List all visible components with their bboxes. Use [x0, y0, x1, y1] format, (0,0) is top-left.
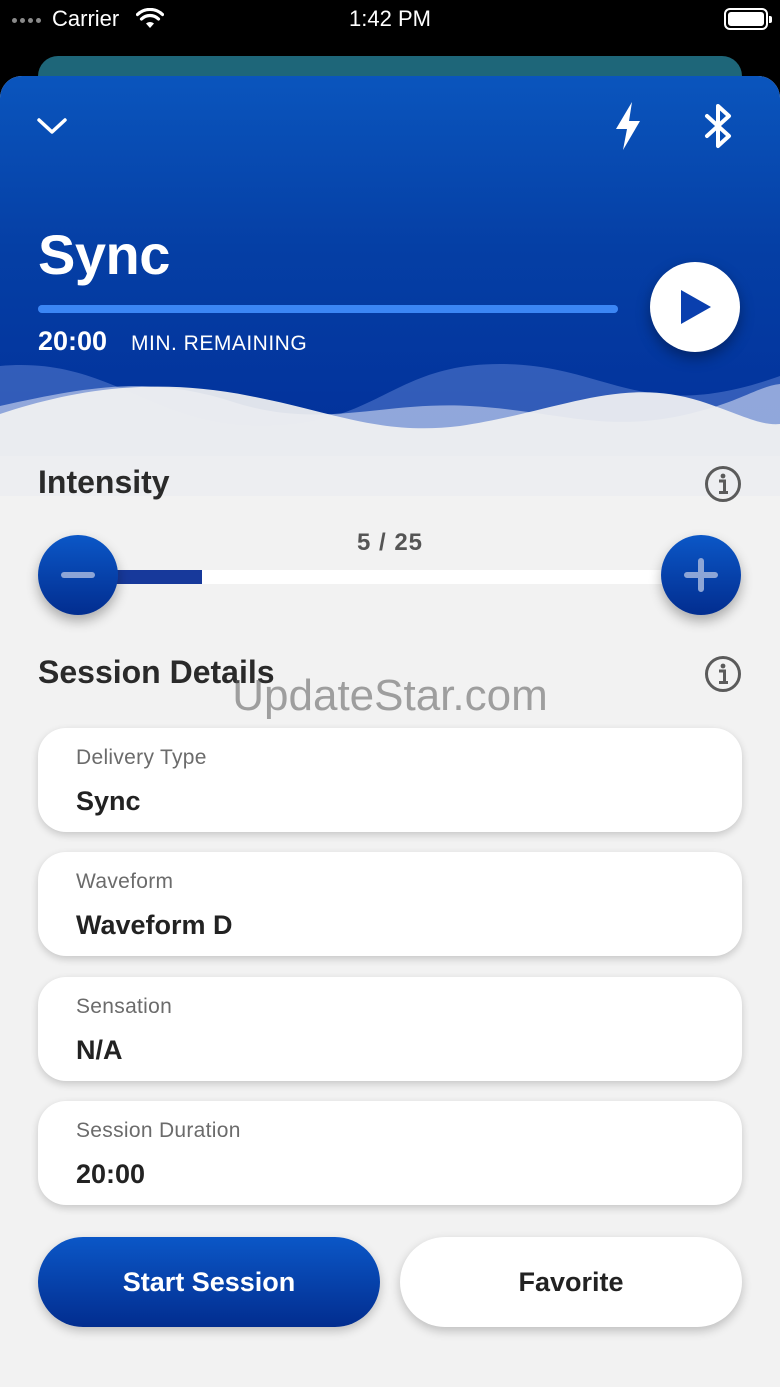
delivery-type-card[interactable]: Delivery Type Sync [38, 728, 742, 832]
session-sheet: Sync 20:00 MIN. REMAINING Intensity 5 / … [0, 76, 780, 1387]
battery-icon [724, 8, 772, 30]
watermark: UpdateStar.com [232, 671, 548, 720]
clock: 1:42 PM [349, 6, 431, 31]
detail-label: Delivery Type [76, 746, 207, 769]
detail-value: N/A [76, 1035, 123, 1065]
plus-icon [684, 558, 718, 592]
detail-value: Waveform D [76, 910, 233, 940]
detail-value: Sync [76, 786, 141, 816]
favorite-button[interactable]: Favorite [400, 1237, 742, 1327]
session-progress-fill [38, 305, 618, 313]
session-progress-bar [38, 305, 618, 313]
bluetooth-icon[interactable] [696, 100, 742, 152]
intensity-slider[interactable] [78, 570, 700, 584]
session-duration-card[interactable]: Session Duration 20:00 [38, 1101, 742, 1205]
status-bar: Carrier 1:42 PM [0, 0, 780, 40]
remaining-time: 20:00 [38, 326, 108, 356]
play-button[interactable] [650, 262, 740, 352]
play-icon [681, 290, 711, 324]
lightning-bolt-icon[interactable] [606, 100, 650, 152]
detail-label: Session Duration [76, 1119, 241, 1142]
increase-intensity-button[interactable] [661, 535, 741, 615]
start-session-button[interactable]: Start Session [38, 1237, 380, 1327]
collapse-chevron-icon[interactable] [30, 108, 74, 144]
detail-label: Waveform [76, 870, 174, 893]
waveform-card[interactable]: Waveform Waveform D [38, 852, 742, 956]
intensity-info-icon[interactable] [704, 465, 742, 503]
remaining-label: MIN. REMAINING [131, 332, 308, 355]
detail-value: 20:00 [76, 1159, 146, 1189]
intensity-title: Intensity [38, 464, 170, 500]
sensation-card[interactable]: Sensation N/A [38, 977, 742, 1081]
decrease-intensity-button[interactable] [38, 535, 118, 615]
minus-icon [61, 572, 95, 578]
session-title: Sync [38, 223, 170, 286]
detail-label: Sensation [76, 995, 173, 1018]
intensity-value: 5 / 25 [356, 529, 424, 556]
